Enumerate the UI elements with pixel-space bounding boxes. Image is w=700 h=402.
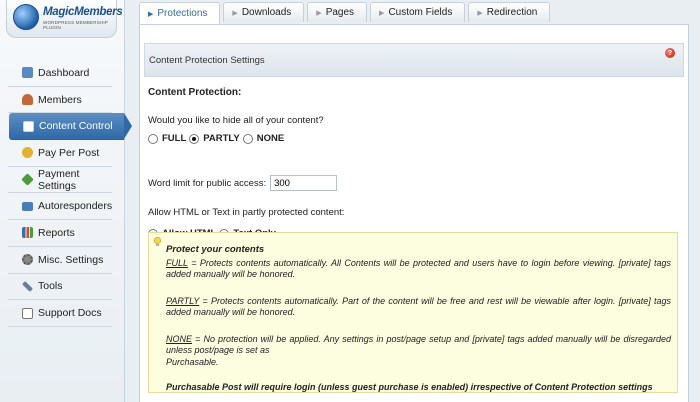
tab-protections[interactable]: ▶ Protections [139, 2, 221, 24]
html-question: Allow HTML or Text in partly protected c… [148, 207, 345, 218]
info-term-full: FULL [166, 257, 188, 268]
arrow-right-icon: ▶ [477, 9, 483, 17]
info-title: Protect your contents [166, 244, 265, 255]
wrench-icon [22, 280, 33, 292]
tab-bar: ▶ Protections ▶ Downloads ▶ Pages ▶ Cust… [139, 2, 553, 24]
sidebar-nav: Dashboard Members Content Control Pay Pe… [8, 60, 132, 327]
tab-label: Custom Fields [388, 7, 453, 18]
info-partly: PARTLY = Protects contents automatically… [166, 296, 671, 319]
sidebar-item-label: Members [38, 93, 82, 106]
sidebar-item-members[interactable]: Members [8, 87, 112, 114]
radio-button[interactable] [189, 133, 200, 144]
tab-redirection[interactable]: ▶ Redirection [468, 2, 551, 22]
tab-label: Downloads [241, 7, 292, 18]
info-term-partly: PARTLY [166, 295, 200, 306]
arrow-right-icon: ▶ [379, 9, 385, 17]
info-none: NONE = No protection will be applied. An… [166, 334, 671, 369]
lightbulb-icon [153, 237, 162, 246]
brand-logo[interactable]: MagicMembers WORDPRESS MEMBERSHIP PLUGIN [6, 0, 123, 38]
sidebar-item-label: Dashboard [38, 66, 90, 79]
sidebar-item-misc-settings[interactable]: Misc. Settings [8, 247, 112, 274]
info-final-note: Purchasable Post will require login (unl… [166, 382, 653, 392]
tab-label: Redirection [486, 7, 538, 18]
info-box: Protect your contents FULL = Protects co… [148, 232, 678, 393]
info-none-text: = No protection will be applied. Any set… [166, 333, 671, 356]
dashboard-icon [22, 67, 33, 79]
sidebar-item-label: Tools [38, 280, 63, 293]
tab-label: Pages [325, 7, 355, 18]
sidebar-item-payment-settings[interactable]: Payment Settings [8, 167, 112, 194]
help-icon[interactable]: ? [665, 48, 675, 58]
word-limit-row: Word limit for public access: [148, 175, 338, 191]
arrow-right-icon: ▶ [232, 9, 238, 17]
info-none-text2: Purchasable. [166, 356, 219, 367]
brand-tagline: WORDPRESS MEMBERSHIP PLUGIN [43, 20, 108, 30]
radio-button[interactable] [148, 133, 158, 144]
sidebar-item-label: Pay Per Post [38, 146, 100, 159]
radio-button[interactable] [242, 133, 253, 144]
docs-icon [22, 307, 33, 319]
info-full-text: = Protects contents automatically. All C… [166, 257, 671, 280]
sidebar-item-label: Payment Settings [38, 167, 80, 192]
globe-icon [13, 4, 39, 30]
sidebar-item-content-control[interactable]: Content Control [9, 113, 132, 141]
arrow-right-icon: ▶ [316, 9, 322, 17]
radio-full[interactable]: FULL [148, 133, 186, 144]
radio-label: FULL [162, 133, 187, 144]
sidebar-item-label: Autoresponders [38, 200, 113, 213]
hide-content-question: Would you like to hide all of your conte… [148, 115, 324, 126]
info-term-none: NONE [166, 333, 193, 344]
info-partly-text: = Protects contents automatically. Part … [166, 295, 671, 318]
sidebar-item-tools[interactable]: Tools [8, 274, 112, 301]
word-limit-label: Word limit for public access: [148, 177, 267, 189]
tab-custom-fields[interactable]: ▶ Custom Fields [370, 2, 466, 22]
sidebar-item-dashboard[interactable]: Dashboard [8, 60, 112, 87]
section-header: Content Protection Settings ? [144, 43, 684, 77]
mail-icon [22, 201, 33, 211]
sidebar-item-label: Misc. Settings [38, 253, 104, 266]
sidebar-item-support-docs[interactable]: Support Docs [8, 300, 112, 327]
main-panel: ▶ Protections ▶ Downloads ▶ Pages ▶ Cust… [125, 0, 700, 402]
radio-none[interactable]: NONE [242, 133, 285, 144]
content-area: Content Protection Settings ? Content Pr… [139, 24, 689, 402]
sidebar-item-pay-per-post[interactable]: Pay Per Post [8, 140, 112, 167]
section-title: Content Protection Settings [149, 54, 265, 66]
tab-pages[interactable]: ▶ Pages [307, 2, 368, 22]
sidebar-item-autoresponders[interactable]: Autoresponders [8, 193, 113, 221]
sidebar-item-label: Content Control [39, 120, 113, 133]
tab-label: Protections [157, 8, 208, 19]
coin-icon [22, 147, 33, 159]
hide-content-options: FULL PARTLY NONE [148, 133, 287, 144]
sidebar-item-reports[interactable]: Reports [8, 220, 112, 247]
sidebar-item-label: Reports [38, 226, 75, 239]
sidebar-item-label: Support Docs [38, 307, 102, 320]
tab-downloads[interactable]: ▶ Downloads [223, 2, 305, 22]
chart-icon [22, 227, 33, 239]
arrow-right-icon: ▶ [148, 10, 154, 18]
radio-label: PARTLY [203, 133, 240, 144]
document-icon [23, 120, 34, 132]
members-icon [22, 94, 33, 106]
info-full: FULL = Protects contents automatically. … [166, 258, 671, 281]
word-limit-input[interactable] [270, 175, 338, 191]
sidebar: MagicMembers WORDPRESS MEMBERSHIP PLUGIN… [0, 0, 132, 402]
gear-icon [22, 254, 33, 266]
radio-partly[interactable]: PARTLY [189, 133, 240, 144]
radio-label: NONE [256, 133, 285, 144]
brand-name: MagicMembers [43, 6, 123, 18]
form-heading: Content Protection: [148, 87, 242, 98]
payment-icon [21, 173, 34, 186]
